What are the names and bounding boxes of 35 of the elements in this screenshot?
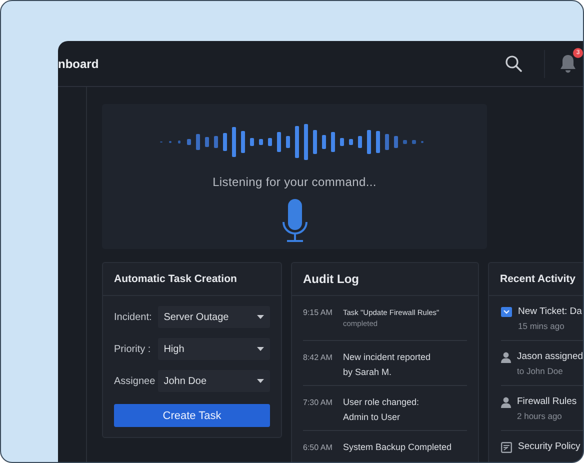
log-message: User role changed: Admin to User: [343, 396, 420, 424]
log-message: System Backup Completed: [343, 441, 452, 454]
activity-title[interactable]: Jason assigned: [517, 351, 583, 362]
card-title: Recent Activity: [489, 263, 583, 296]
field-label: Priority :: [114, 344, 152, 354]
log-time: 9:15 AM: [303, 307, 334, 319]
caret-icon: [257, 347, 264, 351]
microphone-icon[interactable]: [282, 199, 308, 242]
dropdown-field[interactable]: John Doe: [158, 370, 270, 392]
bell-icon[interactable]: [559, 54, 577, 72]
document-icon: [501, 442, 512, 453]
window-title: nboard: [58, 56, 99, 70]
activity-time: to John Doe: [517, 366, 564, 376]
activity-time: 2 hours ago: [517, 411, 563, 421]
dropdown-field[interactable]: Server Outage: [158, 306, 270, 328]
search-icon[interactable]: [505, 55, 522, 72]
field-label: Incident:: [114, 312, 153, 322]
card-title: Audit Log: [292, 263, 478, 296]
log-message: New incident reported by Sarah M.: [343, 351, 431, 379]
activity-title[interactable]: Security Policy: [518, 441, 580, 452]
activity-time: 15 mins ago: [518, 321, 566, 331]
activity-title[interactable]: Firewall Rules: [517, 396, 577, 407]
dropdown-field[interactable]: High: [158, 338, 270, 360]
person-icon: [501, 352, 511, 363]
log-time: 8:42 AM: [303, 352, 334, 364]
card-title: Automatic Task Creation: [103, 263, 281, 296]
log-time: 7:30 AM: [303, 397, 334, 409]
activity-title[interactable]: New Ticket: Da: [518, 306, 582, 317]
caret-icon: [257, 379, 264, 383]
field-label: Assignee: [114, 376, 156, 386]
create-task-button[interactable]: Create Task: [114, 404, 270, 427]
log-time: 6:50 AM: [303, 442, 334, 454]
person-icon: [501, 397, 511, 408]
listening-status: Listening for your command...: [212, 175, 376, 189]
caret-icon: [257, 315, 264, 319]
